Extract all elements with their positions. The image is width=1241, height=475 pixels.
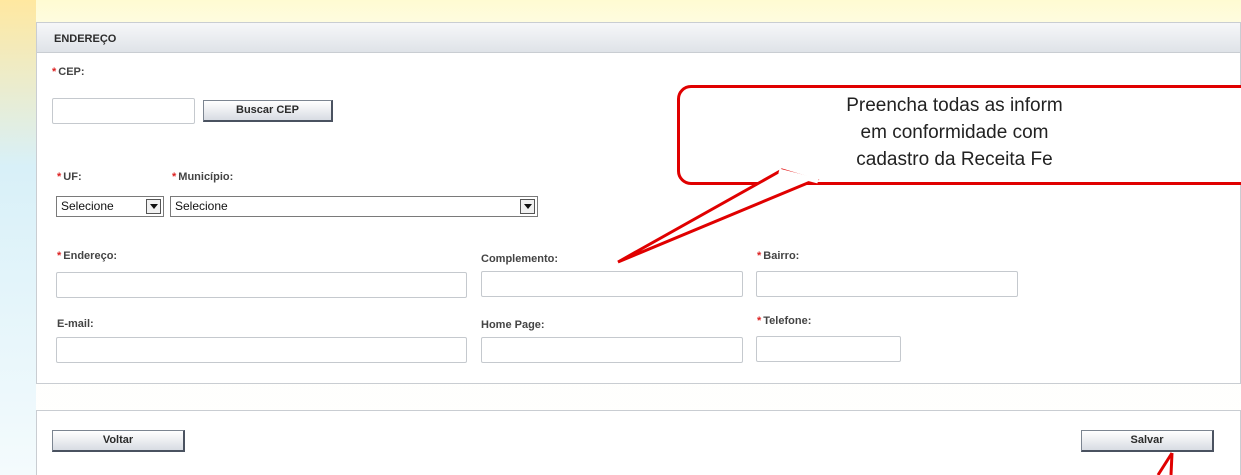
chevron-down-icon[interactable] (520, 199, 535, 214)
salvar-button[interactable]: Salvar (1081, 430, 1214, 452)
background-stripe (0, 0, 36, 475)
municipio-select[interactable]: Selecione (170, 196, 538, 217)
email-label: E-mail: (57, 318, 94, 330)
homepage-input[interactable] (481, 337, 743, 363)
telefone-label: * Telefone: (757, 315, 812, 327)
telefone-input[interactable] (756, 336, 901, 362)
municipio-label: * Município: (172, 171, 234, 183)
endereco-label: * Endereço: (57, 250, 118, 262)
homepage-label: Home Page: (481, 319, 545, 331)
complemento-label: Complemento: (481, 253, 558, 265)
actions-panel (36, 410, 1241, 475)
buscar-cep-button[interactable]: Buscar CEP (203, 100, 333, 122)
voltar-button[interactable]: Voltar (52, 430, 185, 452)
section-title: ENDEREÇO (37, 23, 1240, 53)
cep-input[interactable] (52, 98, 195, 124)
cep-label: * CEP: (52, 66, 85, 78)
bairro-input[interactable] (756, 271, 1018, 297)
uf-select[interactable]: Selecione (56, 196, 164, 217)
chevron-down-icon[interactable] (146, 199, 161, 214)
bairro-label: * Bairro: (757, 250, 800, 262)
uf-label: * UF: (57, 171, 82, 183)
callout-line: Preencha todas as inform (846, 95, 1063, 116)
endereco-input[interactable] (56, 272, 467, 298)
complemento-input[interactable] (481, 271, 743, 297)
email-input[interactable] (56, 337, 467, 363)
callout-line: cadastro da Receita Fe (856, 149, 1053, 170)
callout-text: Preencha todas as inform em conformidade… (677, 92, 1241, 182)
callout-line: em conformidade com (860, 122, 1049, 143)
